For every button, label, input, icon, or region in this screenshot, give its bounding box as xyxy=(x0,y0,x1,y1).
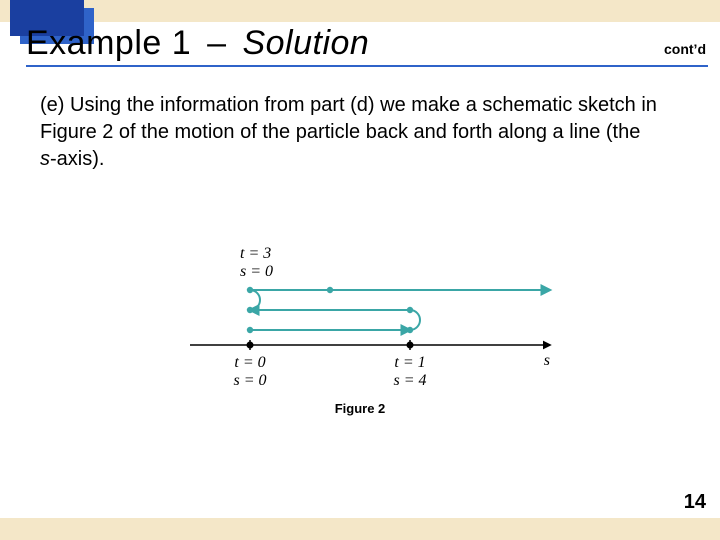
part-label: (e) xyxy=(40,94,64,116)
figure-svg: t = 3s = 0t = 0s = 0t = 1s = 4s xyxy=(150,210,570,410)
top-accent-band xyxy=(0,0,720,22)
body-text-1: Using the information from part (d) we m… xyxy=(40,94,657,143)
page-number: 14 xyxy=(684,491,706,514)
page-title: Example 1 – Solution xyxy=(26,24,369,63)
svg-text:t = 0: t = 0 xyxy=(234,354,265,371)
title-rule: Example 1 – Solution cont’d xyxy=(26,24,708,67)
figure-2: t = 3s = 0t = 0s = 0t = 1s = 4s Figure 2 xyxy=(150,210,570,410)
title-example: Example 1 xyxy=(26,24,191,62)
contd-label: cont’d xyxy=(664,41,708,59)
svg-text:t = 3: t = 3 xyxy=(240,245,271,262)
figure-caption: Figure 2 xyxy=(150,401,570,416)
bottom-accent-band xyxy=(0,518,720,540)
title-dash: – xyxy=(201,24,232,62)
svg-text:s = 0: s = 0 xyxy=(233,372,266,389)
title-area: Example 1 – Solution cont’d xyxy=(26,24,708,67)
svg-text:s = 4: s = 4 xyxy=(393,372,426,389)
s-variable: s xyxy=(40,148,50,170)
svg-text:s: s xyxy=(544,352,550,369)
svg-text:t = 1: t = 1 xyxy=(394,354,425,371)
body-paragraph: (e) Using the information from part (d) … xyxy=(40,92,660,173)
svg-text:s = 0: s = 0 xyxy=(240,263,273,280)
body-text-2: -axis). xyxy=(50,148,104,170)
title-solution: Solution xyxy=(242,24,369,62)
